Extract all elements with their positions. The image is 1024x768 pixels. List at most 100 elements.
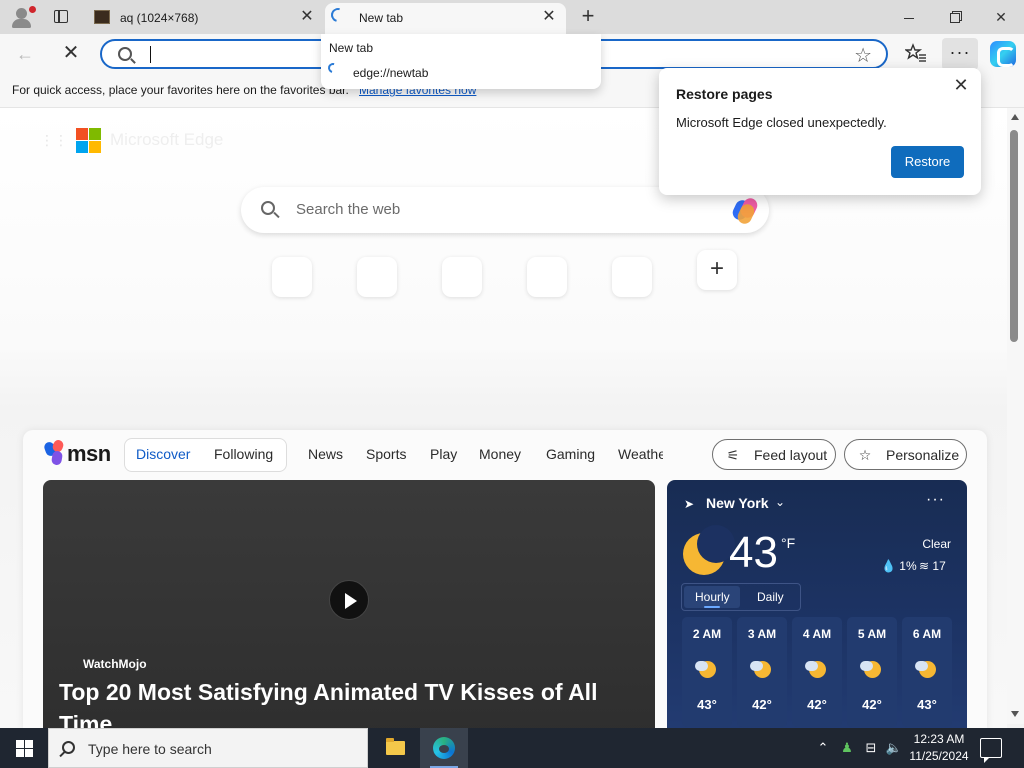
hourly-forecast-item[interactable]: 3 AM 42° — [737, 617, 787, 727]
moon-icon — [683, 525, 735, 575]
feed-layout-button[interactable]: ⚟ Feed layout — [712, 439, 836, 470]
tab-actions-icon[interactable] — [46, 5, 74, 29]
sliders-icon: ⚟ — [726, 447, 740, 463]
tab-title: aq (1024×768) — [120, 11, 199, 25]
notifications-icon[interactable] — [980, 738, 1002, 763]
network-icon[interactable]: ⊟ — [861, 728, 881, 768]
add-favorite-star-icon[interactable]: ☆ — [854, 43, 872, 68]
address-suggestions-dropdown: New tab edge://newtab — [321, 34, 601, 89]
quick-link-tile[interactable] — [272, 257, 312, 297]
tab-following[interactable]: Following — [214, 446, 273, 462]
back-button[interactable]: ← — [16, 44, 38, 64]
sparkle-star-icon: ☆ — [858, 447, 872, 463]
clock-time: 12:23 AM — [913, 732, 965, 746]
edge-taskbar-button[interactable] — [420, 728, 468, 768]
start-button[interactable] — [0, 728, 48, 768]
settings-and-more-button[interactable]: ··· — [942, 38, 978, 70]
tab-sports[interactable]: Sports — [366, 446, 406, 462]
weather-card[interactable]: ➤ New York ⌄ ··· 43 °F Clear 💧 1% ≋ 17 H… — [667, 480, 967, 728]
forecast-temp: 43° — [697, 697, 717, 712]
tab-play[interactable]: Play — [430, 446, 457, 462]
wind: ≋ 17 — [919, 559, 946, 573]
scrollbar-thumb[interactable] — [1010, 130, 1018, 342]
tab-daily[interactable]: Daily — [757, 590, 784, 604]
system-clock[interactable]: 12:23 AM 11/25/2024 — [900, 731, 978, 765]
wind-value: 17 — [932, 559, 946, 573]
partly-cloudy-night-icon — [915, 659, 937, 679]
apps-grid-icon[interactable]: ⋮⋮ — [40, 132, 68, 148]
vertical-scrollbar[interactable] — [1007, 108, 1024, 724]
restore-button[interactable]: Restore — [891, 146, 964, 178]
partly-cloudy-night-icon — [695, 659, 717, 679]
web-search-placeholder: Search the web — [296, 201, 401, 218]
weather-location[interactable]: New York — [706, 495, 769, 511]
taskbar-search-box[interactable]: Type here to search — [48, 728, 368, 768]
video-card[interactable]: WatchMojo Top 20 Most Satisfying Animate… — [43, 480, 655, 728]
quick-link-tile[interactable] — [357, 257, 397, 297]
msn-feed: msn Discover Following News Sports Play … — [23, 430, 987, 728]
scroll-down-arrow-icon[interactable] — [1011, 711, 1019, 717]
taskbar-search-placeholder: Type here to search — [88, 741, 212, 757]
forecast-hour: 2 AM — [692, 627, 722, 641]
tab-close-icon[interactable]: ✕ — [298, 8, 316, 26]
forecast-temp: 42° — [807, 697, 827, 712]
tab-close-icon[interactable]: ✕ — [540, 8, 558, 26]
scroll-up-arrow-icon[interactable] — [1011, 114, 1019, 120]
msn-logo[interactable]: msn — [42, 438, 115, 467]
edge-icon — [433, 737, 455, 759]
hourly-forecast-item[interactable]: 6 AM 43° — [902, 617, 952, 727]
microsoft-logo-icon — [76, 128, 101, 153]
suggestion-item[interactable]: edge://newtab — [353, 66, 428, 80]
video-source: WatchMojo — [83, 657, 147, 671]
raindrop-icon: 💧 — [881, 559, 896, 573]
tab-discover[interactable]: Discover — [136, 446, 190, 462]
personalize-button[interactable]: ☆ Personalize — [844, 439, 967, 470]
loading-spinner-icon — [326, 61, 340, 75]
forecast-hour: 5 AM — [857, 627, 887, 641]
tab-news[interactable]: News — [308, 446, 343, 462]
forecast-temp: 43° — [917, 697, 937, 712]
user-status-icon[interactable]: ♟ — [838, 728, 856, 768]
profile-avatar-icon[interactable] — [8, 4, 36, 30]
close-window-button[interactable]: ✕ — [978, 0, 1024, 34]
tab-gaming[interactable]: Gaming — [546, 446, 595, 462]
notification-dot — [29, 6, 36, 13]
minimize-icon — [904, 17, 914, 19]
quick-link-tile[interactable] — [442, 257, 482, 297]
forecast-hour: 4 AM — [802, 627, 832, 641]
temperature-unit[interactable]: °F — [781, 535, 795, 551]
file-explorer-taskbar-button[interactable] — [371, 728, 419, 768]
maximize-button[interactable] — [932, 0, 978, 34]
suggestion-header[interactable]: New tab — [329, 41, 373, 55]
video-headline[interactable]: Top 20 Most Satisfying Animated TV Kisse… — [59, 676, 639, 728]
tab-money[interactable]: Money — [479, 446, 521, 462]
restore-pages-popup: Restore pages ✕ Microsoft Edge closed un… — [659, 68, 981, 195]
copilot-icon[interactable] — [990, 41, 1016, 67]
new-tab-page: ⋮⋮ Microsoft Edge Search the web + msn D… — [0, 108, 1007, 728]
tab-aq[interactable]: aq (1024×768) ✕ — [86, 3, 324, 34]
more-options-icon[interactable]: ··· — [926, 491, 945, 509]
close-icon[interactable]: ✕ — [951, 75, 971, 95]
show-hidden-icons-chevron-icon[interactable]: ⌃ — [814, 728, 832, 768]
favorites-star-list-icon — [903, 43, 926, 62]
new-tab-button[interactable]: + — [576, 5, 600, 29]
play-button[interactable] — [329, 580, 369, 620]
favorites-button[interactable] — [903, 42, 928, 66]
tab-new-tab[interactable]: New tab ✕ — [325, 3, 566, 34]
stop-loading-button[interactable]: ✕ — [60, 42, 82, 64]
tab-hourly[interactable]: Hourly — [695, 590, 730, 604]
add-site-button[interactable]: + — [697, 250, 737, 290]
restore-popup-message: Microsoft Edge closed unexpectedly. — [676, 115, 887, 130]
copilot-search-icon[interactable] — [730, 195, 761, 227]
quick-link-tile[interactable] — [527, 257, 567, 297]
quick-link-tile[interactable] — [612, 257, 652, 297]
weather-condition: Clear — [922, 537, 951, 551]
tab-weather[interactable]: Weathe — [618, 446, 663, 462]
hourly-forecast-item[interactable]: 2 AM 43° — [682, 617, 732, 727]
hourly-forecast-item[interactable]: 5 AM 42° — [847, 617, 897, 727]
suggestion-icon — [326, 61, 340, 75]
feed-layout-label: Feed layout — [754, 447, 828, 463]
minimize-button[interactable] — [886, 0, 932, 34]
hourly-forecast-item[interactable]: 4 AM 42° — [792, 617, 842, 727]
chevron-down-icon[interactable]: ⌄ — [775, 495, 785, 509]
